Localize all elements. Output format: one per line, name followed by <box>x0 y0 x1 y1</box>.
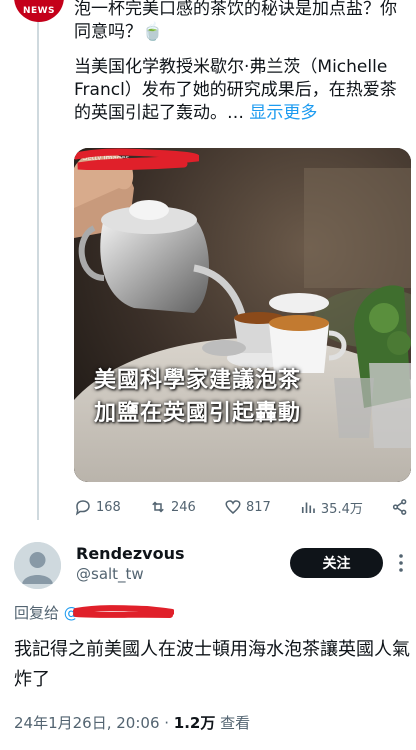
views-action[interactable]: 35.4万 <box>299 498 363 517</box>
reply-action[interactable]: 168 <box>74 498 121 516</box>
post-action-bar: 168 246 817 35.4万 <box>74 495 409 519</box>
more-options-icon[interactable] <box>394 552 408 574</box>
view-count: 35.4万 <box>320 501 363 517</box>
post-media[interactable]: Getty Images 美國科學家建議泡茶 加鹽在英國引起轟動 <box>74 148 411 482</box>
redacted-handle-scribble <box>72 605 174 618</box>
reply-count: 168 <box>96 499 121 515</box>
post-text-line1: 泡一杯完美口感的茶饮的秘诀是加点盐？你同意吗？🍵 <box>74 0 397 42</box>
thread-line <box>37 0 39 520</box>
post-body: 当美国化学教授米歇尔·弗兰茨（Michelle Francl）发布了她的研究成果… <box>74 57 397 123</box>
default-avatar-icon <box>14 542 61 589</box>
replying-to-label: 回复给 <box>14 604 60 622</box>
replying-to: 回复给 @ <box>14 602 174 623</box>
bar-chart-icon <box>301 502 315 513</box>
tea-pouring-photo <box>74 148 411 482</box>
reply-meta: 24年1月26日, 20:06 · 1.2万 查看 <box>14 712 250 733</box>
reply-view-label: 查看 <box>215 714 251 732</box>
repost-count: 246 <box>170 499 196 515</box>
reply-timestamp[interactable]: 24年1月26日, 20:06 · <box>14 714 174 732</box>
post-text: 泡一杯完美口感的茶饮的秘诀是加点盐？你同意吗？🍵 当美国化学教授米歇尔·弗兰茨（… <box>74 0 412 137</box>
heart-icon <box>225 500 241 514</box>
repost-icon <box>152 501 164 513</box>
like-count: 817 <box>245 499 271 515</box>
share-action[interactable] <box>391 498 409 516</box>
reply-handle[interactable]: @salt_tw <box>76 565 144 583</box>
news-avatar[interactable]: NEWS <box>14 0 64 22</box>
reply-view-count: 1.2万 <box>173 714 216 732</box>
media-caption: 美國科學家建議泡茶 加鹽在英國引起轟動 <box>94 364 301 430</box>
redaction-scribble <box>74 148 199 170</box>
follow-button[interactable]: 关注 <box>290 548 383 578</box>
share-icon <box>392 499 407 515</box>
like-action[interactable]: 817 <box>224 498 271 516</box>
replying-to-handle[interactable]: @ <box>64 604 174 622</box>
avatar-label: NEWS <box>22 6 56 16</box>
reply-avatar[interactable] <box>14 542 61 589</box>
post-text-line2: 当美国化学教授米歇尔·弗兰茨（Michelle Francl）发布了她的研究成果… <box>74 56 412 125</box>
reply-text: 我記得之前美國人在波士頓用海水泡茶讓英國人氣炸了 <box>14 639 410 690</box>
show-more-link[interactable]: 显示更多 <box>249 103 317 123</box>
reply-icon <box>75 500 90 516</box>
reply-display-name[interactable]: Rendezvous <box>76 544 185 563</box>
caption-line1: 美國科學家建議泡茶 <box>94 368 302 393</box>
caption-line2: 加鹽在英國引起轟動 <box>94 401 302 426</box>
repost-action[interactable]: 246 <box>149 498 196 516</box>
